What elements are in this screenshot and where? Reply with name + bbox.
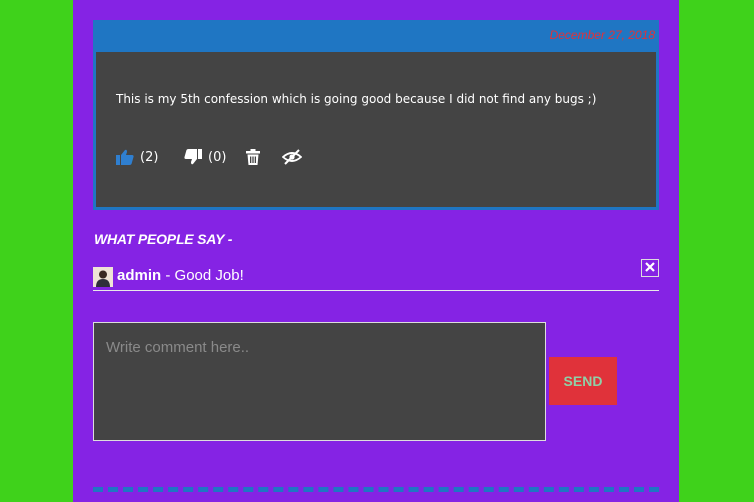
confession-card: December 27, 2018 This is my 5th confess… <box>93 20 659 210</box>
dislike-button[interactable]: (0) <box>184 149 226 165</box>
comment-text: admin - Good Job! <box>117 267 244 284</box>
comments-heading: WHAT PEOPLE SAY - <box>94 231 233 247</box>
comment-separator: - <box>161 267 175 284</box>
close-icon <box>645 259 655 277</box>
trash-icon <box>246 149 260 165</box>
comment-author: admin <box>117 267 162 284</box>
send-button[interactable]: SEND <box>549 357 617 405</box>
confession-date: December 27, 2018 <box>549 28 655 42</box>
comment-body: Good Job! <box>174 267 244 284</box>
eye-slash-icon <box>282 149 302 165</box>
delete-button[interactable] <box>246 149 260 165</box>
dislike-count: (0) <box>208 149 227 165</box>
like-count: (2) <box>140 149 159 165</box>
thumbs-down-icon <box>184 149 202 165</box>
thumbs-up-icon <box>116 149 134 165</box>
avatar <box>93 267 113 287</box>
content-panel: December 27, 2018 This is my 5th confess… <box>73 0 679 502</box>
confession-body: This is my 5th confession which is going… <box>96 52 656 207</box>
delete-comment-button[interactable] <box>641 259 659 277</box>
hide-button[interactable] <box>282 149 302 165</box>
confession-text: This is my 5th confession which is going… <box>116 92 597 106</box>
dashed-divider <box>93 487 659 492</box>
comment-item: admin - Good Job! <box>93 259 659 291</box>
like-button[interactable]: (2) <box>116 149 158 165</box>
comment-input[interactable] <box>93 322 546 441</box>
